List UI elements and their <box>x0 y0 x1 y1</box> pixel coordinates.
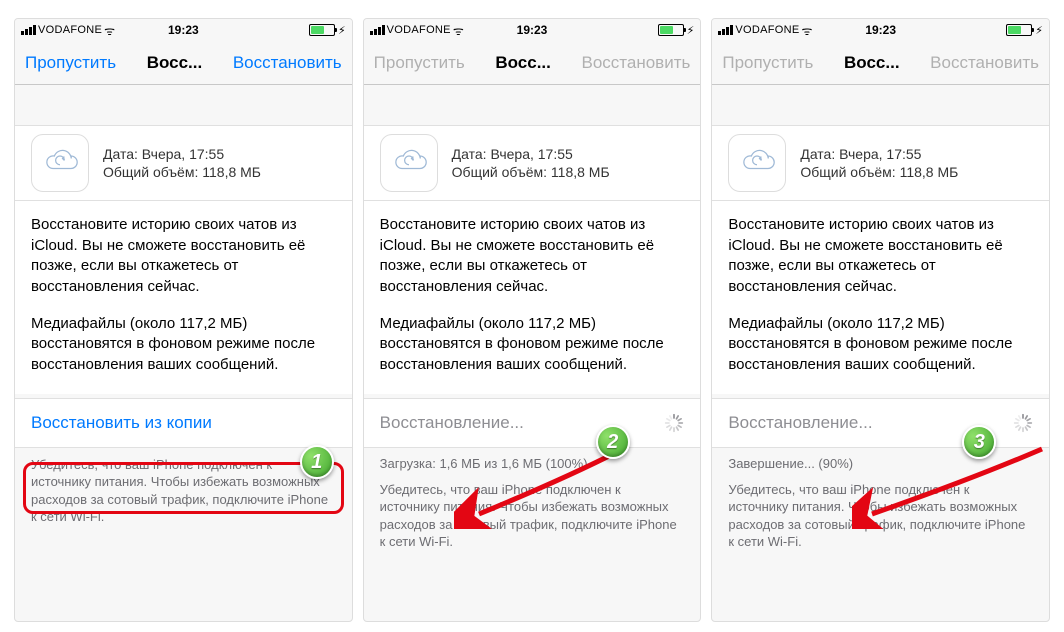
description: Восстановите историю своих чатов из iClo… <box>712 201 1049 394</box>
finish-progress: Завершение... (90%) <box>712 448 1049 473</box>
footer-note: Убедитесь, что ваш iPhone подключен к ис… <box>712 473 1049 563</box>
nav-title: Восс... <box>116 53 233 73</box>
description-p2: Медиафайлы (около 117,2 МБ) восстановятс… <box>728 314 1033 376</box>
skip-button[interactable]: Пропустить <box>25 53 116 73</box>
wifi-icon: ᯤ <box>104 22 115 39</box>
phone-screen-2: VODAFONE ᯤ 19:23 ⚡︎ Пропустить Восс... В… <box>363 18 702 622</box>
cloud-restore-icon <box>31 134 89 192</box>
charging-icon: ⚡︎ <box>687 24 695 37</box>
nav-bar: Пропустить Восс... Восстановить <box>712 41 1049 85</box>
carrier-label: VODAFONE <box>387 24 451 36</box>
charging-icon: ⚡︎ <box>1035 24 1043 37</box>
screenshot-triptych: VODAFONE ᯤ 19:23 ⚡︎ Пропустить Восс... В… <box>0 0 1064 632</box>
status-bar: VODAFONE ᯤ 19:23 ⚡︎ <box>15 19 352 41</box>
clock: 19:23 <box>865 23 896 37</box>
carrier-label: VODAFONE <box>735 24 799 36</box>
spinner-icon <box>1013 413 1033 433</box>
description-p2: Медиафайлы (около 117,2 МБ) восстановятс… <box>380 314 685 376</box>
battery-icon <box>1006 24 1032 36</box>
signal-icon <box>370 25 385 35</box>
restoring-row: Восстановление... <box>364 398 701 448</box>
nav-title: Восс... <box>813 53 930 73</box>
description: Восстановите историю своих чатов из iClo… <box>15 201 352 394</box>
callout-badge-1: 1 <box>300 445 334 479</box>
backup-size: Общий объём: 118,8 МБ <box>800 164 958 180</box>
backup-info-row: Дата: Вчера, 17:55 Общий объём: 118,8 МБ <box>712 125 1049 201</box>
description-p2: Медиафайлы (около 117,2 МБ) восстановятс… <box>31 314 336 376</box>
status-bar: VODAFONE ᯤ 19:23 ⚡︎ <box>712 19 1049 41</box>
restore-from-copy-button[interactable]: Восстановить из копии <box>15 398 352 448</box>
backup-date: Дата: Вчера, 17:55 <box>452 146 610 162</box>
cloud-restore-icon <box>380 134 438 192</box>
description: Восстановите историю своих чатов из iClo… <box>364 201 701 394</box>
skip-button: Пропустить <box>374 53 465 73</box>
backup-info-row: Дата: Вчера, 17:55 Общий объём: 118,8 МБ <box>15 125 352 201</box>
phone-screen-3: VODAFONE ᯤ 19:23 ⚡︎ Пропустить Восс... В… <box>711 18 1050 622</box>
nav-bar: Пропустить Восс... Восстановить <box>364 41 701 85</box>
backup-date: Дата: Вчера, 17:55 <box>800 146 958 162</box>
callout-badge-2: 2 <box>596 425 630 459</box>
phone-screen-1: VODAFONE ᯤ 19:23 ⚡︎ Пропустить Восс... В… <box>14 18 353 622</box>
nav-bar: Пропустить Восс... Восстановить <box>15 41 352 85</box>
signal-icon <box>21 25 36 35</box>
clock: 19:23 <box>517 23 548 37</box>
signal-icon <box>718 25 733 35</box>
backup-info-row: Дата: Вчера, 17:55 Общий объём: 118,8 МБ <box>364 125 701 201</box>
backup-size: Общий объём: 118,8 МБ <box>103 164 261 180</box>
battery-icon <box>309 24 335 36</box>
footer-note: Убедитесь, что ваш iPhone подключен к ис… <box>364 473 701 563</box>
battery-icon <box>658 24 684 36</box>
wifi-icon: ᯤ <box>453 22 464 39</box>
spinner-icon <box>664 413 684 433</box>
description-p1: Восстановите историю своих чатов из iClo… <box>728 215 1033 298</box>
description-p1: Восстановите историю своих чатов из iClo… <box>31 215 336 298</box>
backup-size: Общий объём: 118,8 МБ <box>452 164 610 180</box>
nav-title: Восс... <box>465 53 582 73</box>
restore-button: Восстановить <box>581 53 690 73</box>
clock: 19:23 <box>168 23 199 37</box>
restoring-row: Восстановление... <box>712 398 1049 448</box>
cloud-restore-icon <box>728 134 786 192</box>
skip-button: Пропустить <box>722 53 813 73</box>
backup-date: Дата: Вчера, 17:55 <box>103 146 261 162</box>
charging-icon: ⚡︎ <box>338 24 346 37</box>
wifi-icon: ᯤ <box>801 22 812 39</box>
download-progress: Загрузка: 1,6 МБ из 1,6 МБ (100%) <box>364 448 701 473</box>
restore-button: Восстановить <box>930 53 1039 73</box>
description-p1: Восстановите историю своих чатов из iClo… <box>380 215 685 298</box>
restore-button[interactable]: Восстановить <box>233 53 342 73</box>
status-bar: VODAFONE ᯤ 19:23 ⚡︎ <box>364 19 701 41</box>
carrier-label: VODAFONE <box>38 24 102 36</box>
